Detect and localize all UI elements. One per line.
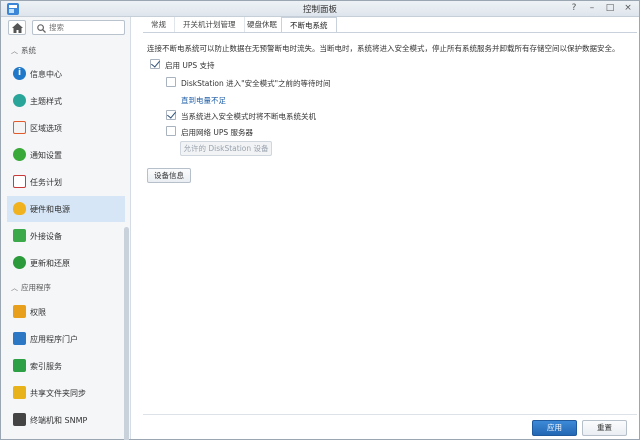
maximize-icon[interactable]: □	[603, 2, 617, 15]
device-info-button[interactable]: 设备信息	[147, 168, 191, 183]
chat-bubble-icon	[13, 148, 26, 161]
home-button[interactable]	[8, 20, 26, 35]
tab-general[interactable]: 常规	[143, 17, 175, 33]
terminal-icon	[13, 413, 26, 426]
sidebar-item-privileges[interactable]: 权限	[7, 299, 125, 325]
allowed-devices-button[interactable]: 允许的 DiskStation 设备	[180, 141, 272, 156]
portal-icon	[13, 332, 26, 345]
sidebar-item-application-portal[interactable]: 应用程序门户	[7, 326, 125, 352]
enable-ups-checkbox[interactable]	[150, 59, 160, 69]
chevron-up-icon: ︿	[11, 284, 18, 292]
upload-device-icon	[13, 229, 26, 242]
grid-permission-icon	[13, 305, 26, 318]
sidebar-item-theme[interactable]: 主题样式	[7, 88, 125, 114]
footer-divider	[143, 414, 637, 415]
sidebar-item-region[interactable]: 区域选项	[7, 115, 125, 141]
tab-power-schedule[interactable]: 开关机计划管理	[175, 17, 245, 33]
sidebar-item-indexing-service[interactable]: 索引服务	[7, 353, 125, 379]
search-box[interactable]	[32, 20, 125, 35]
help-icon[interactable]: ?	[567, 2, 581, 15]
network-ups-label: 启用网络 UPS 服务器	[181, 128, 254, 137]
wait-time-checkbox[interactable]	[166, 77, 176, 87]
title-bar: 控制面板 ? – □ ×	[1, 1, 639, 17]
calendar-check-icon	[13, 175, 26, 188]
group-system[interactable]: ︿ 系统	[11, 45, 36, 57]
chevron-up-icon: ︿	[11, 47, 18, 55]
shutdown-ups-label: 当系统进入安全模式时将不断电系统关机	[181, 112, 316, 121]
palette-icon	[13, 94, 26, 107]
sidebar-item-shared-folder-sync[interactable]: 共享文件夹同步	[7, 380, 125, 406]
sidebar-item-notification[interactable]: 通知设置	[7, 142, 125, 168]
reset-button[interactable]: 重置	[582, 420, 627, 436]
apply-button[interactable]: 应用	[532, 420, 577, 436]
sidebar-item-terminal-snmp[interactable]: 终端机和 SNMP	[7, 407, 125, 433]
close-icon[interactable]: ×	[621, 2, 635, 15]
folder-sync-icon	[13, 386, 26, 399]
control-panel-window: 控制面板 ? – □ × ︿系统 信息中心 主题样式 区域选项	[0, 0, 640, 440]
sidebar-item-info-center[interactable]: 信息中心	[7, 61, 125, 87]
home-icon	[12, 23, 23, 33]
lightbulb-icon	[13, 202, 26, 215]
network-ups-checkbox[interactable]	[166, 126, 176, 136]
sidebar-item-hardware-power[interactable]: 硬件和电源	[7, 196, 125, 222]
calendar-region-icon	[13, 121, 26, 134]
tab-ups[interactable]: 不断电系统	[281, 17, 337, 33]
sidebar-item-update-restore[interactable]: 更新和还原	[7, 250, 125, 276]
shutdown-ups-checkbox[interactable]	[166, 110, 176, 120]
ups-description: 连接不断电系统可以防止数据在无预警断电时流失。当断电时，系统将进入安全模式，停止…	[147, 44, 620, 53]
info-icon	[13, 67, 26, 80]
search-index-icon	[13, 359, 26, 372]
search-icon	[37, 24, 46, 33]
tab-divider	[143, 32, 637, 33]
refresh-icon	[13, 256, 26, 269]
search-input[interactable]	[49, 22, 121, 33]
enable-ups-label: 启用 UPS 支持	[165, 61, 215, 70]
sidebar: ︿系统 信息中心 主题样式 区域选项 通知设置 任务计划 硬件和电源 外接设	[1, 17, 131, 440]
wait-time-value[interactable]: 直到电量不足	[181, 95, 226, 106]
minimize-icon[interactable]: –	[585, 2, 599, 15]
sidebar-item-external-devices[interactable]: 外接设备	[7, 223, 125, 249]
tab-hdd-hibernation[interactable]: 硬盘休眠	[239, 17, 286, 33]
group-applications[interactable]: ︿ 应用程序	[11, 282, 51, 294]
sidebar-item-task-scheduler[interactable]: 任务计划	[7, 169, 125, 195]
sidebar-scrollbar[interactable]	[124, 227, 129, 440]
window-title: 控制面板	[302, 5, 337, 15]
wait-time-label: DiskStation 进入"安全模式"之前的等待时间	[181, 79, 331, 88]
